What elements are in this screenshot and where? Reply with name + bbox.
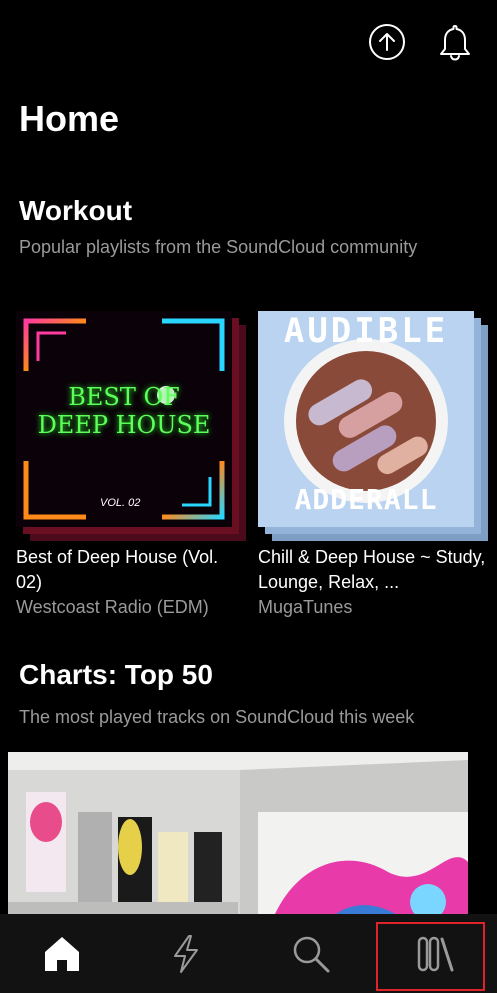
nav-search[interactable]	[249, 914, 373, 993]
playlist-artist: MugaTunes	[258, 597, 353, 617]
library-icon	[417, 936, 454, 971]
playlist-card-deep-house[interactable]: BEST OF DEEP HOUSE VOL. 02 Best of Deep …	[16, 311, 246, 620]
playlist-card-chill-deep-house[interactable]: AUDIBLE ADDERALL Chill & Deep House ~ St…	[258, 311, 488, 620]
page-title: Home	[19, 98, 120, 139]
workout-section-title: Workout	[19, 195, 133, 226]
playlist-artwork: AUDIBLE ADDERALL	[258, 311, 488, 541]
playlist-title: Best of Deep House (Vol. 02)	[16, 547, 219, 592]
nav-library[interactable]	[373, 914, 497, 993]
playlist-artwork: BEST OF DEEP HOUSE VOL. 02	[16, 311, 246, 541]
artwork-bottom-text: ADDERALL	[294, 483, 438, 516]
charts-section-subtitle: The most played tracks on SoundCloud thi…	[19, 707, 415, 727]
workout-section-subtitle: Popular playlists from the SoundCloud co…	[19, 237, 418, 257]
artwork-text: BEST OF DEEP HOUSE	[37, 383, 211, 439]
lightning-icon	[174, 934, 199, 973]
notifications-button[interactable]	[435, 22, 475, 62]
search-icon	[293, 936, 330, 972]
artwork-top-text: AUDIBLE	[283, 311, 449, 351]
bottom-navigation	[0, 914, 497, 993]
charts-section-title: Charts: Top 50	[19, 659, 213, 690]
bell-icon	[440, 25, 470, 61]
home-icon	[45, 936, 80, 971]
playlist-title: Chill & Deep House ~ Study, Lounge, Rela…	[258, 547, 486, 592]
upload-button[interactable]	[367, 22, 407, 62]
playlist-artist: Westcoast Radio (EDM)	[16, 597, 209, 617]
artwork-vol-text: VOL. 02	[100, 497, 141, 509]
upload-icon	[369, 24, 405, 60]
nav-home[interactable]	[0, 914, 124, 993]
nav-feed[interactable]	[124, 914, 248, 993]
top-bar	[367, 22, 475, 62]
